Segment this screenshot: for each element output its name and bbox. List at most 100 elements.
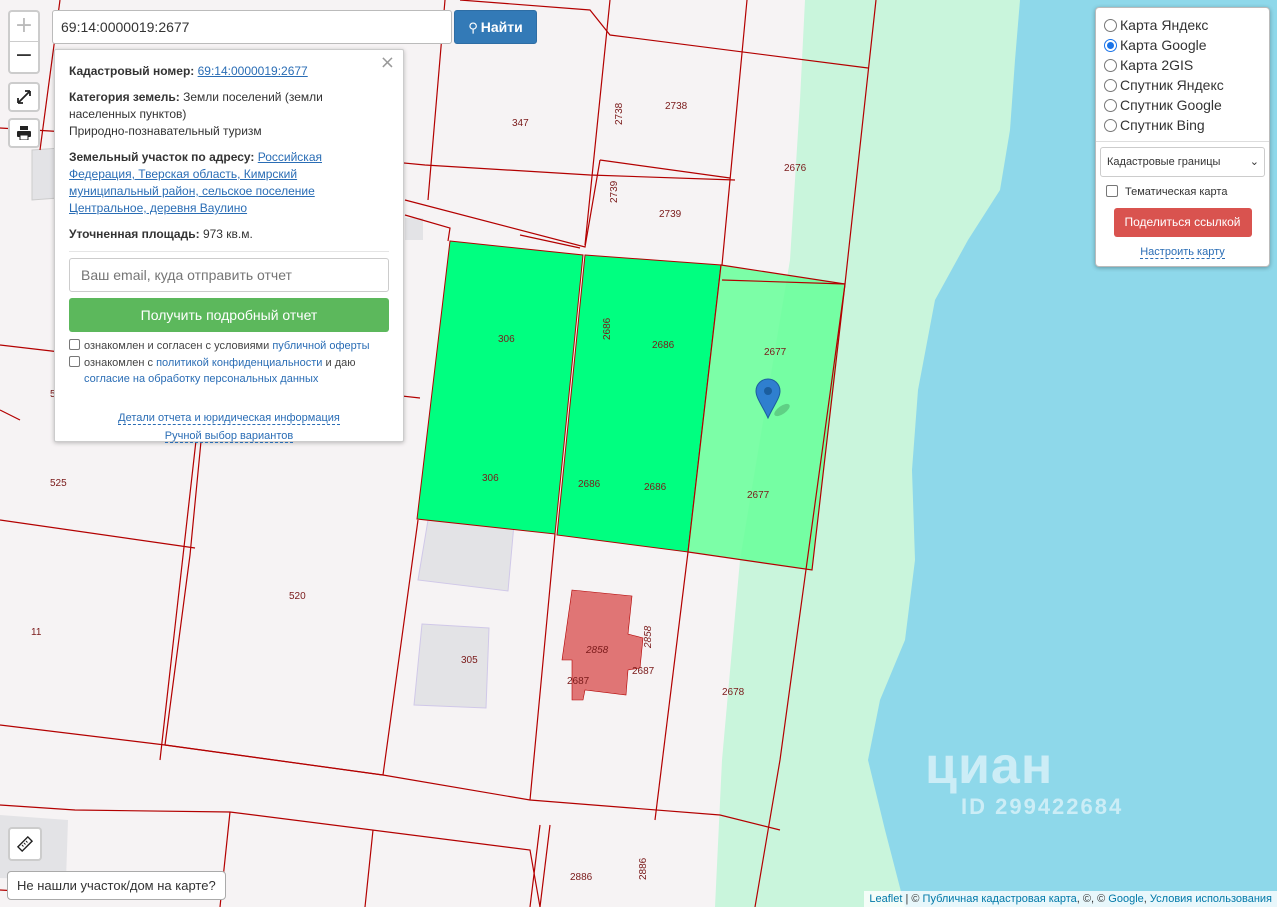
layer-radio[interactable] [1104,79,1117,92]
layer-option-google-map[interactable]: Карта Google [1104,35,1261,55]
parcel-label: 2858 [643,625,654,649]
parcel-label: 2886 [570,872,593,883]
manual-selection-link[interactable]: Ручной выбор вариантов [164,430,294,443]
area-row: Уточненная площадь: 973 кв.м. [69,226,389,243]
configure-map-row: Настроить карту [1104,246,1261,259]
popup-links: Детали отчета и юридическая информация Р… [69,409,389,445]
parcel-label: 2739 [659,209,682,220]
offer-consent-row: ознакомлен и согласен с условиями публич… [69,338,389,354]
privacy-consent-checkbox[interactable] [69,356,80,367]
area-label: Уточненная площадь: [69,227,200,241]
parcel-label: 2687 [567,676,590,687]
building-footprint [405,218,423,240]
parcel-label: 2678 [722,687,745,698]
parcel-label: 306 [482,473,499,484]
building-footprint [413,623,490,709]
parcel-label: 2677 [747,490,770,501]
parcel-label: 2738 [614,102,625,125]
parcel-label: 2676 [784,163,807,174]
public-offer-link[interactable]: публичной оферты [272,340,369,352]
thematic-map-label: Тематическая карта [1125,186,1228,198]
parcel-label: 525 [50,478,67,489]
thematic-map-row[interactable]: Тематическая карта [1104,185,1261,198]
cadastral-number-row: Кадастровый номер: 69:14:0000019:2677 [69,63,389,80]
parcel-label: 11 [31,627,42,638]
privacy-consent-row: ознакомлен с политикой конфиденциальност… [69,355,389,387]
leaflet-link[interactable]: Leaflet [869,893,902,905]
offer-consent-text: ознакомлен и согласен с условиями [84,340,273,352]
land-category-label: Категория земель: [69,90,180,104]
thematic-map-checkbox[interactable] [1106,185,1118,197]
layer-option-label: Спутник Bing [1120,117,1205,133]
cian-watermark: циан ID 299422684 [925,738,1123,820]
terms-link[interactable]: Условия использования [1150,893,1272,905]
parcel-label: 2858 [585,645,609,656]
not-found-button[interactable]: Не нашли участок/дом на карте? [7,871,226,900]
overlay-select[interactable]: Кадастровые границы ⌄ [1100,147,1265,177]
cadastral-number-label: Кадастровый номер: [69,64,195,78]
share-link-button[interactable]: Поделиться ссылкой [1113,208,1252,237]
layer-option-2gis-map[interactable]: Карта 2GIS [1104,55,1261,75]
parcel-label: 2738 [665,101,688,112]
layer-radio[interactable] [1104,39,1117,52]
layer-option-google-satellite[interactable]: Спутник Google [1104,95,1261,115]
layer-option-label: Спутник Google [1120,97,1222,113]
parcel-info-popup: × Кадастровый номер: 69:14:0000019:2677 … [54,49,404,445]
fullscreen-button[interactable] [8,82,40,112]
attribution-sep: | © [902,893,923,905]
layer-option-yandex-satellite[interactable]: Спутник Яндекс [1104,75,1261,95]
layers-panel: Карта Яндекс Карта Google Карта 2GIS Спу… [1095,7,1270,267]
land-category-row: Категория земель: Земли поселений (земли… [69,89,389,140]
layer-option-bing-satellite[interactable]: Спутник Bing [1104,115,1261,135]
measure-button[interactable] [8,827,42,861]
parcel-label: 306 [498,334,515,345]
parcel-label: 305 [461,655,478,666]
expand-icon [17,90,31,104]
layer-option-yandex-map[interactable]: Карта Яндекс [1104,15,1261,35]
google-link[interactable]: Google [1108,893,1143,905]
email-field[interactable] [69,258,389,292]
find-button-label: Найти [480,19,523,35]
report-details-link[interactable]: Детали отчета и юридическая информация [118,412,340,425]
personal-data-consent-link[interactable]: согласие на обработку персональных данны… [84,373,318,385]
map-attribution: Leaflet | © Публичная кадастровая карта,… [864,891,1277,907]
layer-radio[interactable] [1104,19,1117,32]
ruler-icon [16,835,34,853]
attribution-mid: , ©, © [1076,893,1109,905]
search-icon: ⚲ [468,21,478,36]
parcel-label: 2686 [602,317,613,340]
zoom-in-button[interactable]: + [10,12,38,42]
layer-option-label: Карта Яндекс [1120,17,1209,33]
parcel-label: 2687 [632,666,655,677]
privacy-consent-text: ознакомлен с [84,357,157,369]
offer-consent-checkbox[interactable] [69,339,80,350]
parcel-label: 2886 [638,857,649,880]
zoom-out-button[interactable]: − [10,42,38,72]
get-report-button[interactable]: Получить подробный отчет [69,298,389,332]
cadastral-number-link[interactable]: 69:14:0000019:2677 [198,64,308,78]
pkk-link[interactable]: Публичная кадастровая карта [923,893,1077,905]
zoom-control: + − [8,10,40,74]
chevron-down-icon: ⌄ [1249,155,1259,168]
parcel-label: 2677 [764,347,787,358]
find-button[interactable]: ⚲ Найти [454,10,537,44]
layer-radio[interactable] [1104,99,1117,112]
layer-option-label: Спутник Яндекс [1120,77,1224,93]
layer-option-label: Карта 2GIS [1120,57,1194,73]
parcel-label: 2739 [609,180,620,203]
building-footprint [417,519,515,592]
layer-option-label: Карта Google [1120,37,1207,53]
land-use-value: Природно-познавательный туризм [69,124,262,138]
overlay-select-value: Кадастровые границы [1107,156,1221,168]
configure-map-link[interactable]: Настроить карту [1140,246,1225,259]
parcel-label: 2686 [652,340,675,351]
privacy-policy-link[interactable]: политикой конфиденциальности [156,357,322,369]
parcel-label: 2686 [644,482,667,493]
close-icon[interactable]: × [380,54,395,72]
print-button[interactable] [8,118,40,148]
layer-radio[interactable] [1104,119,1117,132]
layer-radio[interactable] [1104,59,1117,72]
cadastral-search-input[interactable] [52,10,452,44]
privacy-consent-mid: и даю [322,357,356,369]
watermark-id: ID 299422684 [961,794,1124,819]
